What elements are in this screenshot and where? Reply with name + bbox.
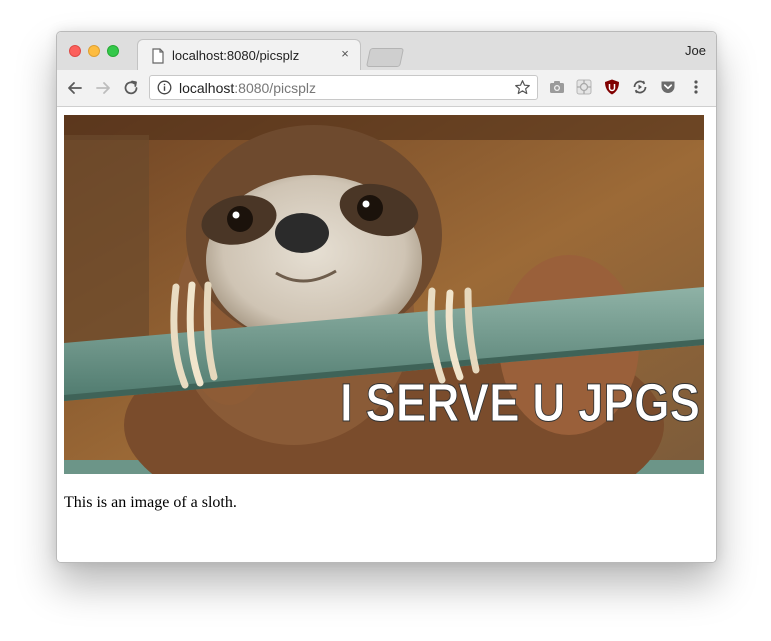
arrow-left-icon[interactable] xyxy=(65,78,85,98)
meme-text: I SERVE U JPGS xyxy=(340,373,700,433)
page-content: I SERVE U JPGS This is an image of a slo… xyxy=(57,107,716,562)
info-icon[interactable] xyxy=(157,80,172,95)
camera-icon[interactable] xyxy=(548,78,566,96)
document-icon xyxy=(152,48,164,64)
sync-icon[interactable] xyxy=(631,78,649,96)
url-path: :8080/picsplz xyxy=(234,80,316,96)
reload-icon[interactable] xyxy=(121,78,141,98)
tab-active[interactable]: localhost:8080/picsplz × xyxy=(137,39,361,71)
window-minimize-button[interactable] xyxy=(88,45,100,57)
star-icon[interactable] xyxy=(514,79,531,96)
url-text[interactable]: localhost:8080/picsplz xyxy=(179,80,316,96)
url-host: localhost xyxy=(179,80,235,96)
ublock-shield-icon[interactable] xyxy=(603,78,621,96)
tab-title: localhost:8080/picsplz xyxy=(172,48,300,63)
image-caption: This is an image of a sloth. xyxy=(64,494,237,511)
address-bar[interactable]: localhost:8080/picsplz xyxy=(149,75,538,100)
sloth-image: I SERVE U JPGS xyxy=(64,115,704,474)
tab-bar: localhost:8080/picsplz × Joe xyxy=(57,32,716,71)
pocket-icon[interactable] xyxy=(659,78,677,96)
toolbar: localhost:8080/picsplz xyxy=(57,70,716,107)
browser-window: localhost:8080/picsplz × Joe localhost:8… xyxy=(56,31,717,563)
arrow-right-icon[interactable] xyxy=(93,78,113,98)
profile-button[interactable]: Joe xyxy=(685,43,706,58)
window-close-button[interactable] xyxy=(69,45,81,57)
new-tab-button[interactable] xyxy=(365,48,405,67)
puzzle-icon[interactable] xyxy=(575,78,593,96)
window-maximize-button[interactable] xyxy=(107,45,119,57)
tab-close-button[interactable]: × xyxy=(338,47,352,61)
more-vert-icon[interactable] xyxy=(687,78,705,96)
